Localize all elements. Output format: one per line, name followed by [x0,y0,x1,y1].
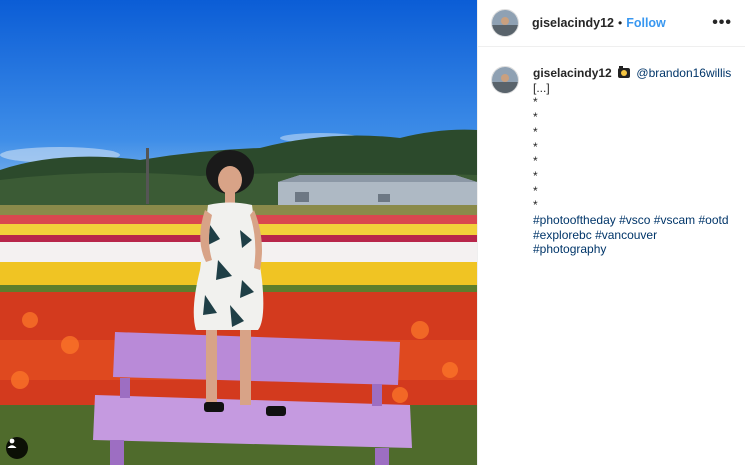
caption-line: * [533,183,538,198]
caption-line: * [533,110,538,125]
hashtag-link[interactable]: #ootd [698,213,728,227]
hashtag-line: #explorebc #vancouver #photography [533,228,732,257]
caption-line: [...] [533,80,550,95]
post-header: giselacindy12 • Follow ••• [478,0,745,47]
caption-avatar[interactable] [491,66,519,94]
avatar-image [492,10,518,36]
mention-link[interactable]: @brandon16willis [636,66,731,80]
photo-illustration [0,0,477,465]
caption-first-line: giselacindy12 @brandon16willis [533,66,732,81]
caption-username[interactable]: giselacindy12 [533,66,612,80]
caption-line: * [533,139,538,154]
hashtag-link[interactable]: #photography [533,242,606,256]
caption-body: giselacindy12 @brandon16willis [...] * *… [533,66,732,257]
caption-line: * [533,124,538,139]
avatar-image [492,67,518,93]
hashtag-link[interactable]: #vscam [654,213,695,227]
hashtag-line: #photooftheday #vsco #vscam #ootd [533,213,732,228]
separator-dot: • [618,16,623,30]
caption-line: * [533,168,538,183]
caption-line: * [533,95,538,110]
hashtag-link[interactable]: #photooftheday [533,213,616,227]
post-sidebar: giselacindy12 • Follow ••• giselacindy12… [477,0,745,465]
camera-icon [618,66,631,78]
hashtag-link[interactable]: #vsco [619,213,650,227]
post-photo[interactable] [0,0,477,465]
caption-comment: giselacindy12 @brandon16willis [...] * *… [478,47,745,257]
instagram-post: giselacindy12 • Follow ••• giselacindy12… [0,0,745,465]
caption-line: * [533,154,538,169]
more-options-icon[interactable]: ••• [712,14,732,32]
author-avatar[interactable] [491,9,519,37]
author-username[interactable]: giselacindy12 [532,16,614,30]
user-icon [7,438,17,448]
hashtag-link[interactable]: #vancouver [595,228,657,242]
tagged-users-button[interactable] [6,437,28,459]
follow-button[interactable]: Follow [626,16,666,30]
caption-line: * [533,198,538,213]
hashtag-link[interactable]: #explorebc [533,228,592,242]
